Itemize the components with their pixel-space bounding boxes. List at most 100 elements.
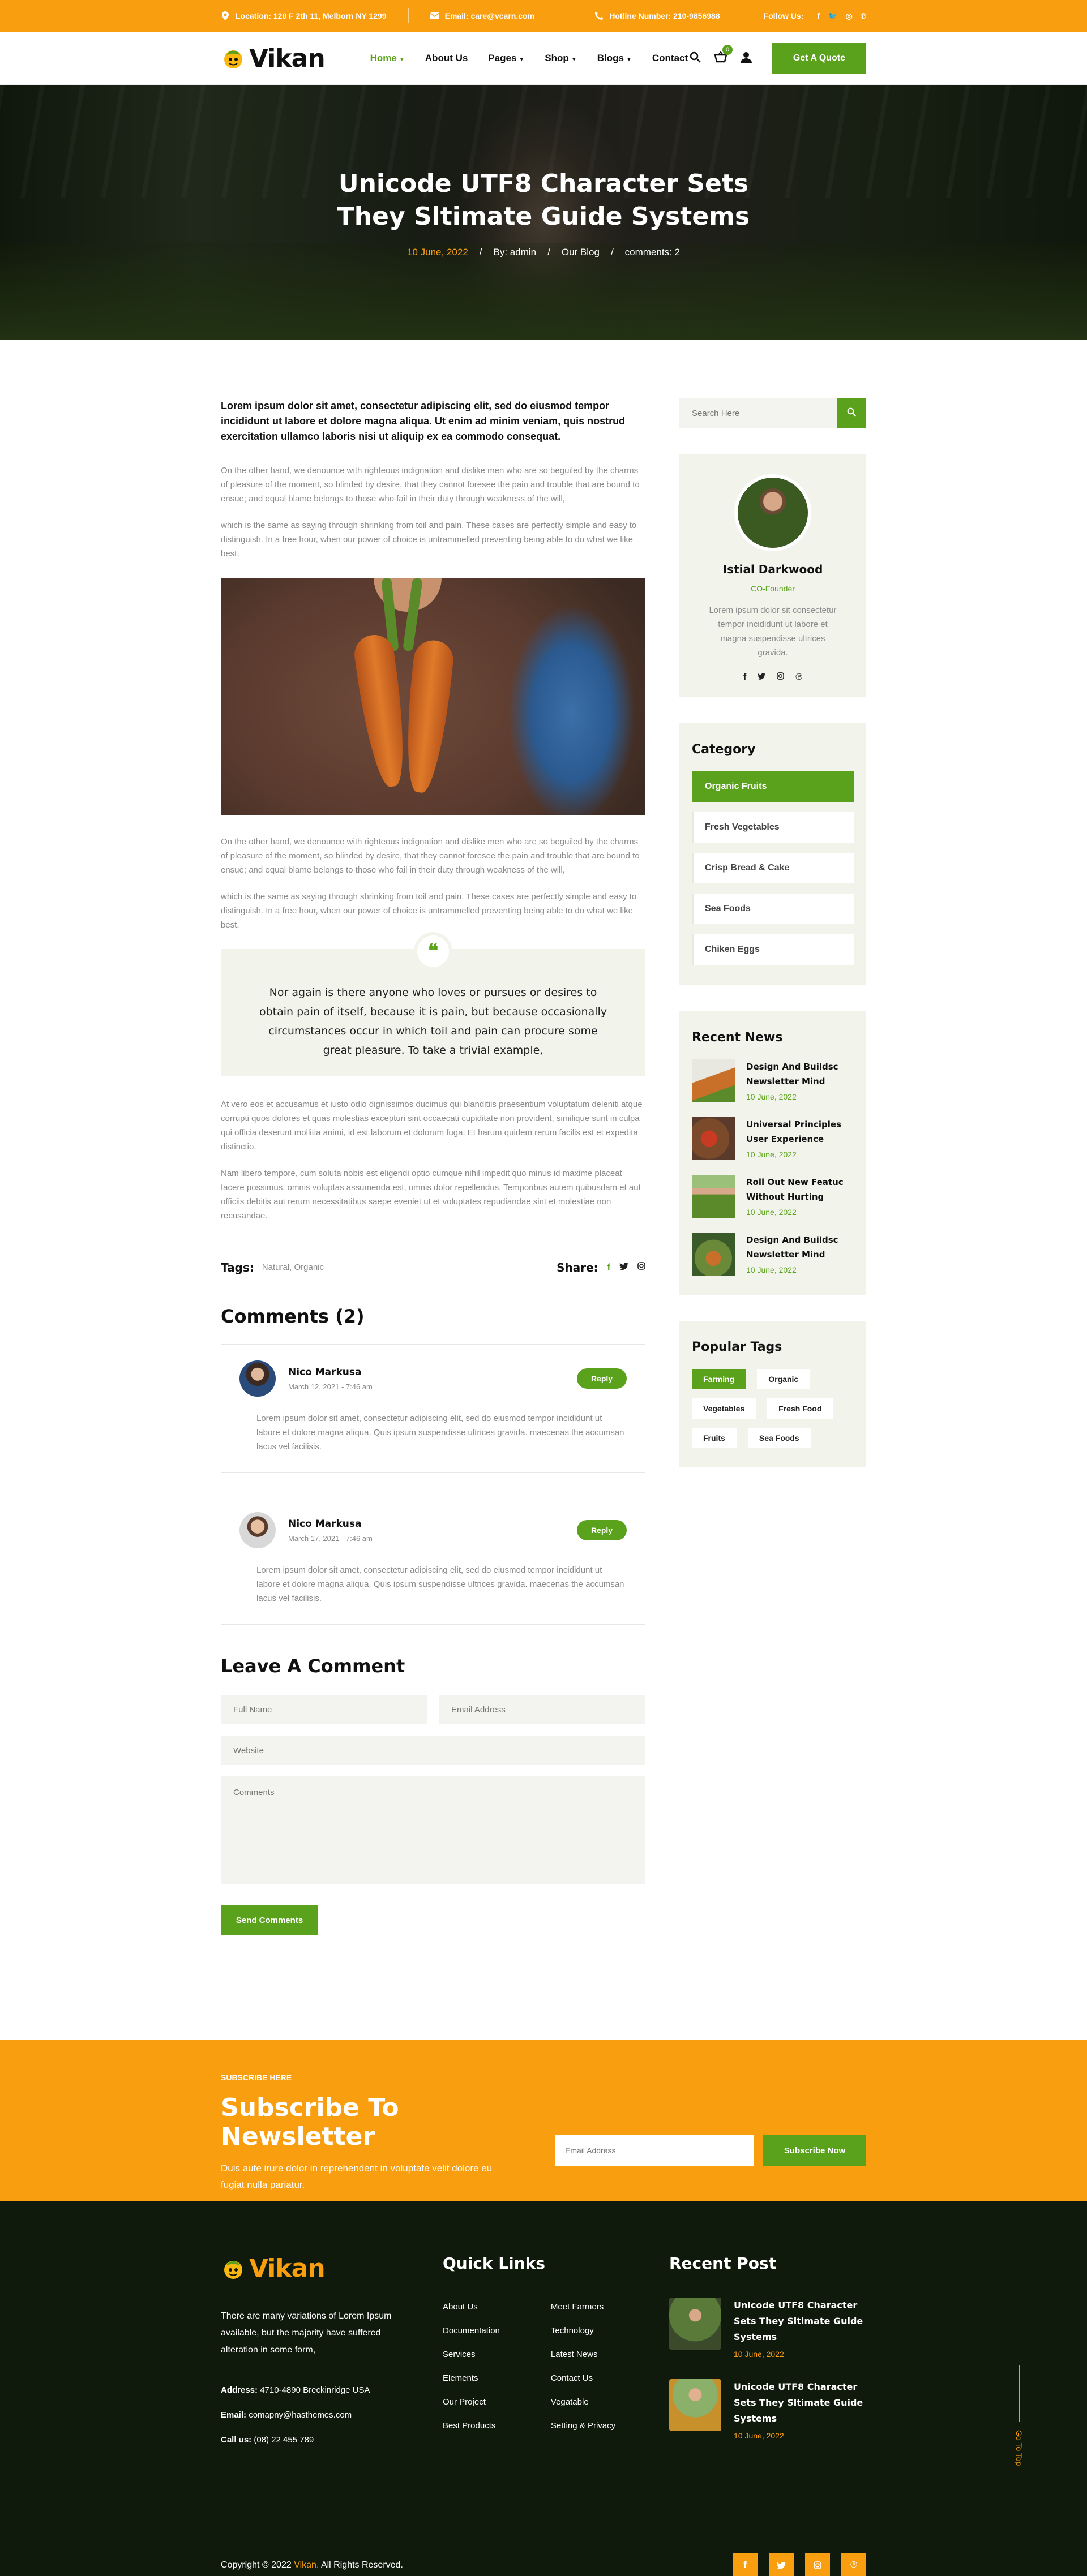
reply-button[interactable]: Reply	[577, 1368, 627, 1389]
paragraph: which is the same as saying through shri…	[221, 521, 637, 559]
send-comments-button[interactable]: Send Comments	[221, 1905, 318, 1935]
nav-shop[interactable]: Shop ▼	[545, 53, 576, 64]
nav-pages[interactable]: Pages ▼	[488, 53, 524, 64]
subscribe-button[interactable]: Subscribe Now	[763, 2135, 866, 2166]
footer-link[interactable]: Technology	[551, 2319, 615, 2343]
footer-link[interactable]: Elements	[443, 2367, 500, 2390]
footer-logo[interactable]: Vikan	[221, 2254, 443, 2283]
footer-bottom: Copyright © 2022 Vikan. All Rights Reser…	[0, 2535, 1087, 2576]
instagram-icon[interactable]	[637, 1262, 645, 1273]
instagram-icon[interactable]	[777, 672, 785, 682]
page-hero: Unicode UTF8 Character Sets They Sltimat…	[0, 85, 1087, 340]
footer-link[interactable]: Setting & Privacy	[551, 2414, 615, 2438]
tag[interactable]: Fruits	[692, 1428, 737, 1448]
tags-share-row: Tags: Natural, Organic Share: f	[221, 1238, 645, 1280]
category-item[interactable]: Fresh Vegetables	[692, 812, 854, 843]
search-icon[interactable]	[690, 51, 701, 66]
instagram-icon[interactable]: ◎	[845, 11, 852, 21]
pinterest-icon[interactable]: ℗	[841, 2553, 866, 2576]
tag[interactable]: Fresh Food	[767, 1398, 833, 1419]
footer-link[interactable]: Contact Us	[551, 2367, 615, 2390]
comment-textarea[interactable]	[221, 1776, 645, 1884]
footer-contact: Address: 4710-4890 Breckinridge USA Emai…	[221, 2385, 370, 2445]
post-thumbnail	[669, 2298, 721, 2350]
footer-link[interactable]: Meet Farmers	[551, 2295, 615, 2319]
pinterest-icon[interactable]: ℗	[795, 672, 802, 682]
comment-item: Nico Markusa March 17, 2021 - 7:46 am Rep…	[221, 1496, 645, 1625]
newsletter-email-input[interactable]	[555, 2135, 754, 2166]
author-widget: Istial Darkwood CO-Founder Lorem ipsum d…	[679, 454, 866, 697]
footer-link[interactable]: Our Project	[443, 2390, 500, 2414]
go-to-top-button[interactable]: Go To Top	[1015, 2365, 1024, 2466]
post-tags[interactable]: Natural, Organic	[262, 1263, 324, 1272]
twitter-icon[interactable]	[769, 2553, 794, 2576]
footer: Vikan There are many variations of Lorem…	[0, 2201, 1087, 2535]
paragraph: which is the same as saying through shri…	[221, 892, 637, 930]
news-item[interactable]: Roll Out New Featuc Without Hurting 10 Ju…	[692, 1175, 854, 1218]
nav-home[interactable]: Home ▼	[370, 53, 405, 64]
facebook-icon[interactable]: f	[817, 11, 820, 21]
full-name-field[interactable]	[221, 1695, 427, 1724]
footer-link[interactable]: Latest News	[551, 2343, 615, 2367]
reply-button[interactable]: Reply	[577, 1520, 627, 1540]
search-input[interactable]	[679, 398, 837, 428]
news-item[interactable]: Design And Buildsc Newsletter Mind 10 Jun…	[692, 1059, 854, 1102]
twitter-icon[interactable]	[758, 672, 766, 682]
twitter-icon[interactable]	[619, 1262, 628, 1273]
avatar	[239, 1360, 276, 1397]
footer-post[interactable]: Unicode UTF8 Character Sets They Sltimat…	[669, 2379, 866, 2440]
post-lead: Lorem ipsum dolor sit amet, consectetur …	[221, 400, 626, 442]
main-nav: Home ▼ About Us Pages ▼ Shop ▼ Blogs ▼ Conta…	[370, 53, 688, 64]
post-meta: 10 June, 2022/ By: admin / Our Blog / comm…	[407, 247, 680, 257]
footer-link[interactable]: Best Products	[443, 2414, 500, 2438]
twitter-icon[interactable]: 🐦	[828, 11, 837, 21]
tag[interactable]: Organic	[757, 1369, 810, 1389]
hotline-info[interactable]: Hotline Number: 210-9856988	[594, 11, 720, 20]
nav-contact[interactable]: Contact	[652, 53, 688, 64]
footer-post[interactable]: Unicode UTF8 Character Sets They Sltimat…	[669, 2298, 866, 2359]
instagram-icon[interactable]	[805, 2553, 830, 2576]
nav-blogs[interactable]: Blogs ▼	[597, 53, 632, 64]
news-item[interactable]: Design And Buildsc Newsletter Mind 10 Jun…	[692, 1233, 854, 1276]
email-field[interactable]	[439, 1695, 645, 1724]
footer-link[interactable]: About Us	[443, 2295, 500, 2319]
footer-link[interactable]: Documentation	[443, 2319, 500, 2343]
comment-item: Nico Markusa March 12, 2021 - 7:46 am Rep…	[221, 1344, 645, 1473]
category-item[interactable]: Crisp Bread & Cake	[692, 853, 854, 883]
nav-about[interactable]: About Us	[425, 53, 468, 64]
paragraph: Nam libero tempore, cum soluta nobis est…	[221, 1169, 641, 1221]
top-bar: Location: 120 F 2th 11, Melborn NY 1299 …	[0, 0, 1087, 32]
newsletter-form: Subscribe Now	[555, 2135, 866, 2166]
search-button[interactable]	[837, 398, 866, 428]
email-info[interactable]: Email: care@vcarn.com	[430, 11, 534, 20]
news-item[interactable]: Universal Principles User Experience 10 J…	[692, 1117, 854, 1160]
footer-link[interactable]: Services	[443, 2343, 500, 2367]
envelope-icon	[430, 11, 439, 20]
category-item[interactable]: Sea Foods	[692, 894, 854, 924]
tag[interactable]: Sea Foods	[747, 1428, 811, 1448]
user-icon[interactable]	[741, 51, 752, 66]
tag[interactable]: Farming	[692, 1369, 746, 1389]
pinterest-icon[interactable]: ℗	[861, 11, 866, 21]
facebook-icon[interactable]: f	[733, 2553, 758, 2576]
logo-leaf-icon	[221, 46, 246, 71]
newsletter-section: SUBSCRIBE HERE Subscribe To Newsletter D…	[0, 2040, 1087, 2201]
avatar	[239, 1512, 276, 1548]
category-widget: Category Organic Fruits Fresh Vegetables…	[679, 723, 866, 985]
cart-icon[interactable]: 0	[714, 44, 733, 66]
category-item[interactable]: Organic Fruits	[692, 771, 854, 802]
tag[interactable]: Vegetables	[692, 1398, 756, 1419]
category-item[interactable]: Chiken Eggs	[692, 934, 854, 965]
footer-link[interactable]: Vegatable	[551, 2390, 615, 2414]
post-content: Lorem ipsum dolor sit amet, consectetur …	[221, 398, 645, 1935]
sidebar-search	[679, 398, 866, 428]
get-quote-button[interactable]: Get A Quote	[772, 43, 866, 74]
facebook-icon[interactable]: f	[607, 1263, 610, 1273]
copyright: Copyright © 2022 Vikan. All Rights Reser…	[221, 2560, 403, 2570]
map-pin-icon	[221, 11, 230, 20]
facebook-icon[interactable]: f	[743, 672, 746, 682]
leave-comment-title: Leave A Comment	[221, 1655, 405, 1677]
website-field[interactable]	[221, 1736, 645, 1765]
sidebar: Istial Darkwood CO-Founder Lorem ipsum d…	[679, 398, 866, 1935]
logo[interactable]: Vikan	[221, 44, 326, 73]
